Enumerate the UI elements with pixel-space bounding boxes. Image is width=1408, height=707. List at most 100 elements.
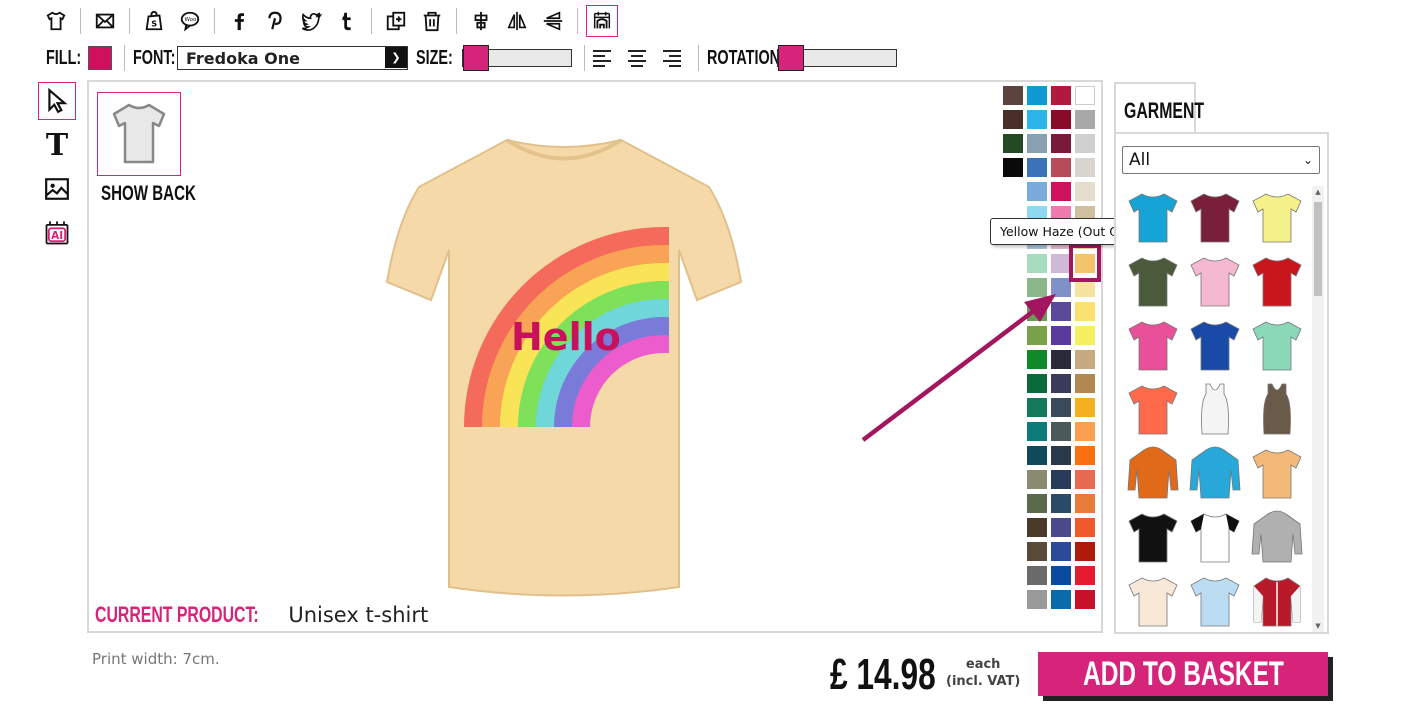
garment-thumbnail[interactable] xyxy=(1124,508,1182,566)
color-swatch[interactable] xyxy=(1051,422,1071,441)
color-swatch[interactable] xyxy=(1051,398,1071,417)
color-swatch[interactable] xyxy=(1027,566,1047,585)
color-swatch[interactable] xyxy=(1027,494,1047,513)
design-text[interactable]: Hello xyxy=(511,315,621,359)
pinterest-icon[interactable] xyxy=(259,5,291,37)
woocommerce-icon[interactable]: Woo xyxy=(174,5,206,37)
garment-thumbnail[interactable] xyxy=(1186,316,1244,374)
grid-toggle-icon[interactable] xyxy=(586,5,618,37)
color-swatch[interactable] xyxy=(1027,446,1047,465)
size-slider[interactable] xyxy=(462,45,572,71)
garment-thumbnail[interactable] xyxy=(1124,380,1182,438)
color-swatch[interactable] xyxy=(1051,446,1071,465)
scrollbar-thumb[interactable] xyxy=(1314,202,1322,296)
color-swatch[interactable] xyxy=(1051,374,1071,393)
image-tool-icon[interactable] xyxy=(38,170,76,208)
color-swatch[interactable] xyxy=(1003,134,1023,153)
color-swatch[interactable] xyxy=(1075,494,1095,513)
color-swatch[interactable] xyxy=(1075,398,1095,417)
align-left-icon[interactable] xyxy=(593,47,617,69)
color-swatch[interactable] xyxy=(1075,182,1095,201)
color-swatch[interactable] xyxy=(1027,182,1047,201)
color-swatch[interactable] xyxy=(1075,518,1095,537)
align-center-icon[interactable] xyxy=(628,47,652,69)
scroll-up-icon[interactable]: ▲ xyxy=(1314,188,1322,196)
color-swatch[interactable] xyxy=(1051,470,1071,489)
color-swatch[interactable] xyxy=(1075,542,1095,561)
color-swatch[interactable] xyxy=(1075,350,1095,369)
color-swatch[interactable] xyxy=(1027,422,1047,441)
color-swatch[interactable] xyxy=(1075,110,1095,129)
tshirt-icon[interactable] xyxy=(40,5,72,37)
select-pointer-icon[interactable] xyxy=(38,82,76,120)
color-swatch[interactable] xyxy=(1003,158,1023,177)
color-swatch[interactable] xyxy=(1075,446,1095,465)
garment-thumbnail[interactable] xyxy=(1248,508,1306,566)
color-swatch[interactable] xyxy=(1051,134,1071,153)
color-swatch[interactable] xyxy=(1075,302,1095,321)
color-swatch[interactable] xyxy=(1075,374,1095,393)
color-swatch[interactable] xyxy=(1051,86,1071,105)
color-swatch[interactable] xyxy=(1027,86,1047,105)
garment-filter-select[interactable]: All ⌄ xyxy=(1122,146,1320,174)
garment-thumbnail[interactable] xyxy=(1124,444,1182,502)
design-canvas[interactable]: SHOW BACK Hello CURRENT PRODUCT: Unisex … xyxy=(87,80,1103,633)
garment-thumbnail[interactable] xyxy=(1248,380,1306,438)
color-swatch[interactable] xyxy=(1051,590,1071,609)
color-swatch[interactable] xyxy=(1051,158,1071,177)
color-swatch[interactable] xyxy=(1027,110,1047,129)
color-swatch[interactable] xyxy=(1027,542,1047,561)
color-swatch[interactable] xyxy=(1027,590,1047,609)
color-swatch[interactable] xyxy=(1027,134,1047,153)
garment-thumbnail[interactable] xyxy=(1248,444,1306,502)
garment-thumbnail[interactable] xyxy=(1186,508,1244,566)
color-swatch[interactable] xyxy=(1027,350,1047,369)
twitter-icon[interactable] xyxy=(295,5,327,37)
garment-thumbnail[interactable] xyxy=(1186,188,1244,246)
font-select[interactable]: Fredoka One ❯ xyxy=(177,46,408,70)
rotation-slider[interactable] xyxy=(777,45,897,71)
garment-thumbnail[interactable] xyxy=(1248,188,1306,246)
color-swatch[interactable] xyxy=(1051,566,1071,585)
align-right-icon[interactable] xyxy=(663,47,687,69)
email-icon[interactable] xyxy=(89,5,121,37)
color-swatch[interactable] xyxy=(1075,590,1095,609)
color-swatch[interactable] xyxy=(1027,254,1047,273)
color-swatch[interactable] xyxy=(1027,374,1047,393)
flip-horizontal-icon[interactable] xyxy=(501,5,533,37)
tab-garment[interactable]: GARMENT xyxy=(1114,82,1204,134)
color-swatch[interactable] xyxy=(1075,470,1095,489)
color-swatch[interactable] xyxy=(1051,182,1071,201)
color-swatch[interactable] xyxy=(1075,422,1095,441)
facebook-icon[interactable] xyxy=(223,5,255,37)
color-swatch[interactable] xyxy=(1075,326,1095,345)
color-swatch[interactable] xyxy=(1027,398,1047,417)
color-swatch[interactable] xyxy=(1027,302,1047,321)
center-align-icon[interactable] xyxy=(465,5,497,37)
rotation-slider-thumb[interactable] xyxy=(778,45,804,71)
color-swatch[interactable] xyxy=(1051,542,1071,561)
garment-thumbnail[interactable] xyxy=(1248,572,1306,630)
garment-thumbnail[interactable] xyxy=(1248,252,1306,310)
garment-thumbnail[interactable] xyxy=(1186,252,1244,310)
color-swatch[interactable] xyxy=(1075,566,1095,585)
size-slider-thumb[interactable] xyxy=(463,45,489,71)
color-swatch[interactable] xyxy=(1051,110,1071,129)
garment-thumbnail[interactable] xyxy=(1248,316,1306,374)
add-to-basket-button[interactable]: ADD TO BASKET xyxy=(1038,652,1328,696)
garment-thumbnail[interactable] xyxy=(1124,316,1182,374)
color-swatch[interactable] xyxy=(1003,86,1023,105)
garment-thumbnail[interactable] xyxy=(1124,572,1182,630)
color-swatch[interactable] xyxy=(1051,254,1071,273)
color-swatch[interactable] xyxy=(1051,494,1071,513)
color-swatch[interactable] xyxy=(1027,326,1047,345)
color-swatch[interactable] xyxy=(1075,134,1095,153)
color-swatch[interactable] xyxy=(1075,86,1095,105)
garment-thumbnail[interactable] xyxy=(1186,572,1244,630)
color-swatch[interactable] xyxy=(1075,158,1095,177)
delete-icon[interactable] xyxy=(416,5,448,37)
text-tool-icon[interactable]: T xyxy=(38,126,76,164)
color-swatch[interactable] xyxy=(1051,518,1071,537)
ai-tool-icon[interactable]: AI xyxy=(38,214,76,252)
garment-thumbnail[interactable] xyxy=(1186,444,1244,502)
